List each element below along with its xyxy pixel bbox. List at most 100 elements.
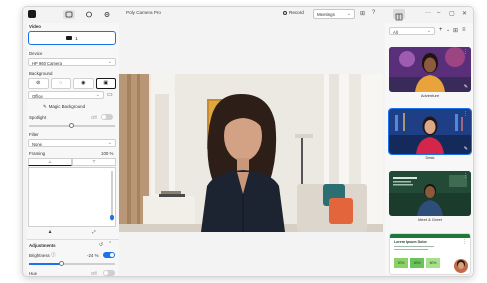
category-select-value: All	[393, 29, 398, 35]
backgrounds-panel: All ⌄ + ⌄ ⊞ ≡ ⋮ ✎ Adventure ⋮ ✎ Desk ⋮ M…	[385, 23, 473, 275]
tab-settings-icon[interactable]	[101, 10, 113, 19]
background-select-value: Office	[32, 93, 43, 99]
background-portrait-icon[interactable]: ◉	[73, 78, 94, 89]
info-icon[interactable]: ⓘ	[51, 252, 56, 258]
framing-reset-button[interactable]: ♟	[28, 229, 72, 237]
device-label: Device	[29, 51, 43, 56]
device-select-value: HP 960 Camera	[32, 60, 62, 66]
edit-icon[interactable]: ✎	[464, 146, 468, 152]
brightness-label: Brightness	[29, 253, 50, 258]
video-source-label: 1	[75, 35, 78, 41]
list-view-icon[interactable]: ≡	[462, 27, 466, 33]
image-icon[interactable]: ▭	[107, 91, 113, 98]
title-bar: Poly Camera Pro Record Meetings ⌄ ⊞ ? ··…	[23, 7, 473, 22]
more-icon[interactable]: ···	[425, 10, 431, 16]
spotlight-slider-thumb[interactable]	[69, 123, 74, 128]
camera-feed-image	[119, 74, 383, 232]
thumbnail-label: Meet & Greet	[418, 217, 442, 222]
magic-background-button[interactable]: ✎ Magic Background	[43, 104, 85, 110]
filter-select[interactable]: None ⌄	[28, 139, 116, 147]
chevron-down-icon[interactable]: ⌄	[446, 27, 450, 33]
framing-auto-icon: ⊥	[48, 159, 52, 164]
background-select[interactable]: Office ⌄	[28, 91, 104, 99]
spotlight-label: Spotlight	[29, 115, 47, 120]
background-thumbnail[interactable]: ⋮	[389, 171, 471, 216]
framing-manual-tab[interactable]: ⊤	[72, 158, 116, 166]
chevron-down-icon: ⌄	[346, 11, 351, 17]
slide-stat: 40%	[410, 258, 424, 268]
brightness-toggle[interactable]	[103, 252, 115, 258]
video-preview[interactable]	[119, 74, 383, 232]
background-thumbnail-selected[interactable]: ⋮ ✎	[388, 108, 472, 155]
add-icon[interactable]: +	[439, 27, 443, 33]
spotlight-toggle[interactable]	[101, 114, 113, 120]
framing-zoom-thumb[interactable]	[109, 215, 114, 220]
app-title: Poly Camera Pro	[126, 10, 161, 15]
framing-area[interactable]	[28, 167, 116, 227]
framing-zoom-slider[interactable]	[109, 171, 114, 221]
divider	[27, 239, 119, 240]
device-select[interactable]: HP 960 Camera ⌄	[28, 58, 116, 66]
edit-icon[interactable]: ✎	[464, 84, 468, 90]
presenter-avatar	[454, 259, 468, 273]
brightness-slider-thumb[interactable]	[59, 261, 65, 266]
more-icon[interactable]: ⋮	[463, 173, 468, 179]
framing-label: Framing	[29, 151, 46, 156]
mode-select-value: Meetings	[317, 12, 335, 17]
slide-stat: 20%	[394, 258, 408, 268]
framing-fit-button[interactable]: ⤢	[72, 229, 116, 237]
chevron-up-icon[interactable]: ⌃	[108, 241, 112, 247]
record-button[interactable]: Record	[283, 10, 304, 15]
slide-title: Lorem Ipsum Dolor	[394, 240, 427, 244]
meet-greet-image	[389, 171, 471, 216]
adventure-image	[389, 47, 471, 92]
hue-state: Off	[91, 271, 97, 276]
framing-manual-icon: ⊤	[92, 159, 96, 164]
background-mode-row: ⊘ ◌ ◉ ▣	[28, 78, 116, 89]
minimize-icon[interactable]: –	[437, 10, 440, 16]
reset-icon[interactable]: ↺	[99, 242, 103, 248]
slide-header-bar	[390, 234, 470, 238]
filter-label: Filter	[29, 132, 39, 137]
chevron-down-icon: ⌄	[107, 140, 112, 146]
spotlight-slider[interactable]	[29, 123, 115, 128]
slide-stat: 60%	[426, 258, 440, 268]
background-thumbnail[interactable]: ⋮ ✎	[389, 47, 471, 92]
chevron-down-icon: ⌄	[95, 92, 100, 98]
thumbnail-label: Adventure	[420, 93, 440, 98]
category-select[interactable]: All ⌄	[389, 27, 435, 35]
desk-image	[389, 109, 471, 154]
framing-auto-tab[interactable]: ⊥	[28, 158, 72, 166]
background-blur-icon[interactable]: ◌	[50, 78, 71, 89]
video-source-button[interactable]: 1	[28, 31, 116, 45]
slide-text-line	[394, 249, 428, 251]
tab-video-icon[interactable]	[63, 10, 75, 19]
panel-toggle-button[interactable]	[393, 9, 405, 21]
hue-toggle[interactable]	[103, 270, 115, 276]
record-icon	[283, 10, 287, 15]
tab-audio-icon[interactable]	[83, 10, 95, 19]
background-thumbnail[interactable]: Lorem Ipsum Dolor 20% 40% 60% ⋮	[389, 233, 471, 275]
help-icon[interactable]: ?	[372, 10, 375, 16]
fit-icon: ⤢	[92, 229, 96, 234]
chevron-down-icon: ⌄	[426, 28, 431, 34]
camera-icon	[66, 36, 73, 40]
background-image-icon[interactable]: ▣	[95, 78, 116, 89]
chevron-down-icon: ⌄	[107, 59, 112, 65]
close-icon[interactable]: ✕	[462, 10, 467, 17]
grid-icon[interactable]: ⊞	[360, 10, 365, 17]
more-icon[interactable]: ⋮	[463, 49, 468, 55]
more-icon[interactable]: ⋮	[462, 239, 467, 245]
brightness-slider[interactable]	[29, 261, 115, 266]
app-logo-icon	[28, 10, 36, 18]
maximize-icon[interactable]: ▢	[449, 10, 455, 17]
more-icon[interactable]: ⋮	[463, 111, 468, 117]
settings-panel: Video 1 Device HP 960 Camera ⌄ Backgroun…	[27, 23, 119, 276]
brightness-slider-fill	[29, 263, 62, 265]
background-label: Background	[29, 71, 53, 76]
background-none-icon[interactable]: ⊘	[28, 78, 49, 89]
mode-select[interactable]: Meetings ⌄	[313, 9, 355, 19]
video-heading: Video	[29, 24, 41, 29]
grid-view-icon[interactable]: ⊞	[453, 27, 458, 34]
slide-text-line	[394, 246, 434, 248]
